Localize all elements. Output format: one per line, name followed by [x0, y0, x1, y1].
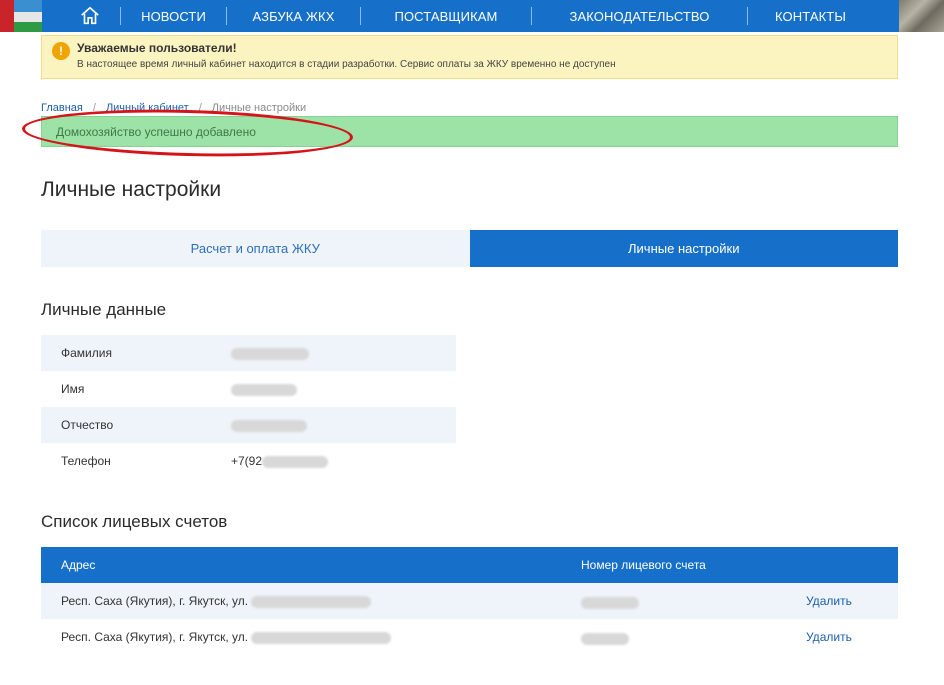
nav-news[interactable]: Новости: [121, 9, 226, 24]
tab-payment[interactable]: Расчет и оплата ЖКУ: [41, 230, 470, 267]
warning-title: Уважаемые пользователи!: [77, 41, 237, 55]
name-row: Имя: [41, 371, 456, 407]
flag-image: [0, 0, 42, 32]
page-title: Личные настройки: [41, 178, 222, 201]
patronymic-row: Отчество: [41, 407, 456, 443]
warning-banner: ! Уважаемые пользователи! В настоящее вр…: [41, 35, 898, 79]
nav-legislation[interactable]: Законодательство: [532, 9, 747, 24]
exclamation-icon: !: [52, 42, 70, 60]
delete-link[interactable]: Удалить: [806, 630, 852, 644]
personal-data-title: Личные данные: [41, 300, 167, 319]
nav-contacts[interactable]: Контакты: [748, 9, 873, 24]
accounts-table-header: Адрес Номер лицевого счета: [41, 547, 898, 583]
table-row: Респ. Саха (Якутия), г. Якутск, ул. Удал…: [41, 619, 898, 655]
accounts-table: Адрес Номер лицевого счета Респ. Саха (Я…: [41, 547, 898, 655]
top-navigation: Новости Азбука ЖКХ Поставщикам Законодат…: [0, 0, 944, 32]
surname-label: Фамилия: [61, 346, 112, 360]
address-text: Респ. Саха (Якутия), г. Якутск, ул.: [61, 594, 249, 608]
name-label: Имя: [61, 382, 85, 396]
phone-value: +7(92: [231, 454, 329, 468]
personal-data-table: Фамилия Имя Отчество Телефон +7(92: [41, 335, 456, 479]
address-cell: Респ. Саха (Якутия), г. Якутск, ул.: [61, 630, 392, 644]
tab-bar: Расчет и оплата ЖКУ Личные настройки: [41, 230, 898, 267]
column-header-address: Адрес: [61, 558, 96, 572]
warning-text: В настоящее время личный кабинет находит…: [77, 59, 616, 70]
account-number-redacted: [581, 630, 629, 648]
surname-row: Фамилия: [41, 335, 456, 371]
address-cell: Респ. Саха (Якутия), г. Якутск, ул.: [61, 594, 372, 608]
table-row: Респ. Саха (Якутия), г. Якутск, ул. Удал…: [41, 583, 898, 619]
nav-suppliers[interactable]: Поставщикам: [361, 9, 531, 24]
home-icon: [81, 6, 99, 25]
delete-link[interactable]: Удалить: [806, 594, 852, 608]
tab-personal-settings[interactable]: Личные настройки: [469, 230, 898, 267]
patronymic-label: Отчество: [61, 418, 114, 432]
phone-row: Телефон +7(92: [41, 443, 456, 479]
nav-abc-housing[interactable]: Азбука ЖКХ: [227, 9, 360, 24]
address-text: Респ. Саха (Якутия), г. Якутск, ул.: [61, 630, 249, 644]
home-link[interactable]: [60, 5, 120, 27]
phone-label: Телефон: [61, 454, 111, 468]
account-number-redacted: [581, 594, 639, 612]
accounts-title: Список лицевых счетов: [41, 512, 228, 531]
column-header-account: Номер лицевого счета: [581, 558, 706, 572]
surname-value-redacted: [231, 346, 309, 360]
name-value-redacted: [231, 382, 297, 396]
patronymic-value-redacted: [231, 418, 307, 432]
phone-prefix: +7(92: [231, 454, 263, 468]
main-menu: Новости Азбука ЖКХ Поставщикам Законодат…: [60, 0, 873, 32]
header-photo: [899, 0, 944, 32]
